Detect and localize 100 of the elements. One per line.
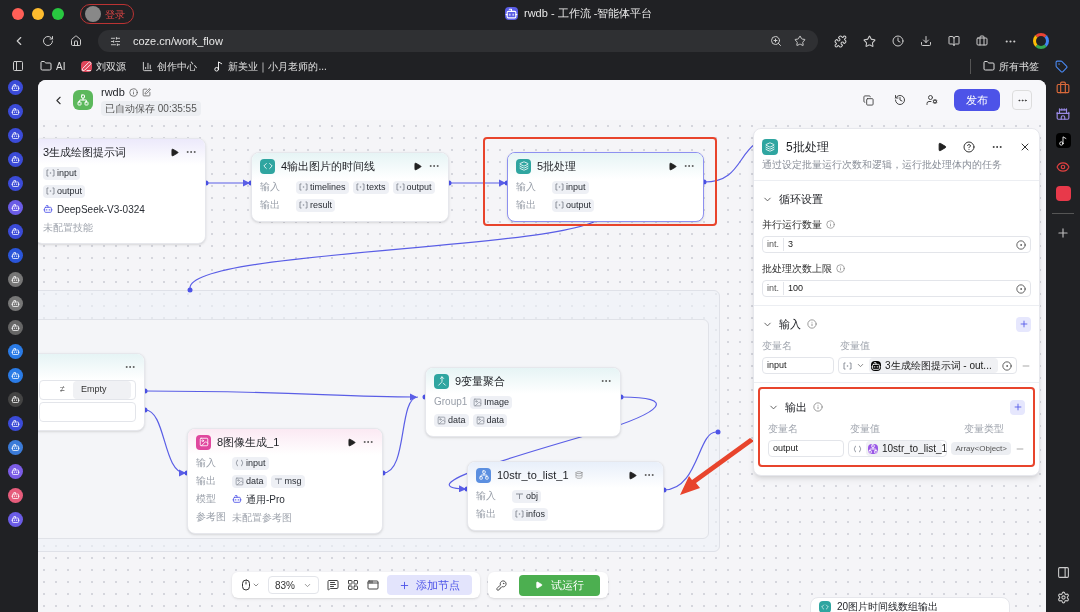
variable-name: data [246, 476, 264, 486]
app-shortcut-icon[interactable] [7, 104, 23, 119]
briefcase-icon[interactable] [976, 35, 988, 47]
settings-icon[interactable] [1056, 591, 1070, 604]
app-shortcut-icon[interactable] [7, 80, 23, 95]
publish-button[interactable]: 发布 [954, 89, 1000, 111]
copy-icon[interactable] [863, 94, 874, 106]
account-avatar[interactable] [1033, 33, 1049, 49]
app-shortcut-icon[interactable] [7, 200, 23, 215]
tag-icon[interactable] [1055, 59, 1068, 73]
run-button[interactable] [170, 147, 179, 157]
app-shortcut-icon[interactable] [7, 272, 23, 287]
bookmark-link[interactable]: 新美业｜小月老师的... [213, 58, 327, 74]
favorites-icon[interactable] [863, 34, 876, 48]
app-shortcut-icon[interactable] [7, 464, 23, 479]
plugin-icon [476, 467, 491, 483]
code-icon [260, 158, 275, 174]
bookmark-link[interactable]: 所有书签 [970, 58, 1039, 74]
chess-icon[interactable] [1056, 107, 1070, 121]
minimap-icon[interactable] [367, 579, 379, 591]
zoom-icon[interactable] [770, 35, 782, 47]
name-field[interactable]: input [762, 357, 834, 374]
app-shortcut-icon[interactable] [7, 512, 23, 527]
close-window-button[interactable] [12, 8, 24, 20]
node-title: 3生成绘图提示词 [43, 144, 127, 160]
value-selector[interactable]: 3生成绘图提示词 - out... [838, 357, 1017, 374]
bookmark-star-icon[interactable] [794, 35, 806, 47]
variable-picker-icon[interactable] [1016, 239, 1026, 250]
url-text: coze.cn/work_flow [133, 33, 224, 49]
extensions-icon[interactable] [834, 34, 847, 48]
workflow-node[interactable]: 9变量聚合 Group1 Image data data [425, 367, 621, 437]
app-shortcut-icon[interactable] [7, 176, 23, 191]
bookmark-link[interactable]: AI [40, 58, 66, 74]
value-selector[interactable]: 10str_to_list_1 [848, 440, 948, 457]
workflow-node[interactable]: 5批处理 输入 input 输出 output [507, 152, 704, 222]
run-button[interactable] [628, 470, 637, 480]
app-shortcut-icon[interactable] [7, 440, 23, 455]
reload-button[interactable] [42, 35, 54, 47]
connector-line [448, 179, 507, 187]
info-icon [826, 220, 835, 229]
reading-icon[interactable] [948, 35, 960, 47]
collaborators-icon[interactable] [926, 94, 938, 106]
workflow-node[interactable]: 3生成绘图提示词 input output DeepSeek-V3-0324 未配置技能 [38, 138, 206, 244]
briefcase-icon[interactable] [1056, 81, 1070, 95]
edit-icon[interactable] [141, 88, 151, 97]
run-button[interactable] [668, 161, 677, 171]
condition-operator: ≠ [60, 383, 65, 397]
zoom-select[interactable]: 83% [268, 576, 319, 594]
home-button[interactable] [70, 35, 82, 47]
model-icon [43, 204, 53, 214]
number-field[interactable]: int. 100 [762, 280, 1031, 297]
app-shortcut-icon[interactable] [7, 224, 23, 239]
app-shortcut-icon[interactable] [7, 320, 23, 335]
site-settings-icon[interactable] [110, 35, 121, 47]
key-icon[interactable] [496, 579, 507, 591]
app-shortcut-icon[interactable] [7, 344, 23, 359]
input-field[interactable] [39, 402, 136, 422]
add-icon[interactable] [1056, 226, 1070, 240]
variable-picker-icon[interactable] [1002, 360, 1012, 371]
run-button[interactable] [937, 142, 947, 152]
address-bar[interactable]: coze.cn/work_flow [98, 30, 818, 52]
app-shortcut-icon[interactable] [7, 392, 23, 407]
variable-picker-icon[interactable] [1016, 283, 1026, 294]
row-label: 模型 [196, 494, 217, 504]
workflow-node[interactable]: ≠ Empty [38, 353, 145, 431]
app-shortcut-icon[interactable] [7, 248, 23, 263]
name-field[interactable]: output [768, 440, 844, 457]
add-node-button[interactable]: 添加节点 [387, 575, 472, 595]
download-icon[interactable] [920, 35, 932, 47]
help-icon[interactable] [963, 141, 975, 153]
close-icon[interactable] [1019, 141, 1031, 153]
variable-name: output [406, 182, 432, 192]
number-field[interactable]: int. 3 [762, 236, 1031, 253]
minimize-window-button[interactable] [32, 8, 44, 20]
app-shortcut-icon[interactable] [7, 416, 23, 431]
history-icon[interactable] [894, 94, 906, 106]
workflow-node[interactable]: 8图像生成_1 输入 input 输出 data msg 模型 通用-Pro 参考图 未配置参考图 [187, 428, 383, 534]
eye-icon[interactable] [1056, 160, 1070, 174]
run-button[interactable] [347, 437, 356, 447]
app-shortcut-icon[interactable] [7, 128, 23, 143]
comment-icon[interactable] [327, 579, 339, 591]
music-note-icon[interactable] [1055, 133, 1071, 148]
maximize-window-button[interactable] [52, 8, 64, 20]
sidebar-toggle-icon[interactable] [1056, 566, 1070, 579]
mouse-icon[interactable] [240, 579, 252, 591]
run-button[interactable] [413, 161, 422, 171]
app-shortcut-icon[interactable] [7, 152, 23, 167]
grid-icon[interactable] [347, 579, 359, 591]
app-shortcut-icon[interactable] [7, 488, 23, 503]
column-header: 变量值 [840, 339, 871, 353]
workflow-node[interactable]: 4输出图片的时间线 输入 timelines texts output 输出 result [251, 152, 449, 222]
node-title: 9变量聚合 [455, 373, 506, 389]
bookmark-link[interactable]: 刘双源 [81, 58, 127, 74]
app-shortcut-icon[interactable] [7, 368, 23, 383]
app-shortcut-icon[interactable] [7, 296, 23, 311]
workflow-node[interactable]: 10str_to_list_1 输入 obj 输出 infos [467, 461, 664, 531]
workflow-node[interactable]: 20图片时间线数组输出 [810, 597, 1010, 612]
variable-name: output [566, 200, 592, 210]
bookmark-link[interactable]: 创作中心 [142, 58, 198, 74]
sidebar-toggle-icon[interactable] [12, 60, 24, 72]
